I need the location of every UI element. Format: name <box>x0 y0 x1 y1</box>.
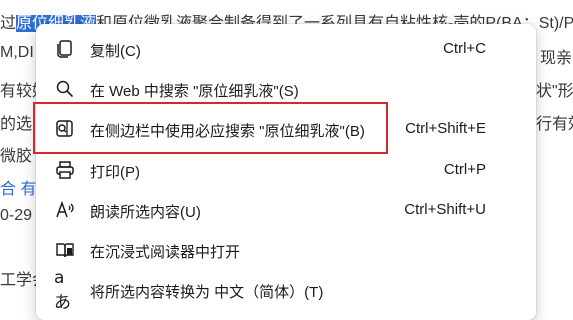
menu-item-shortcut: Ctrl+Shift+E <box>405 120 486 137</box>
menu-item-label: 打印(P) <box>90 164 140 181</box>
menu-item-label: 复制(C) <box>90 43 141 60</box>
menu-item-copy[interactable]: 复制(C) Ctrl+C <box>36 30 536 68</box>
immersive-reader-icon <box>54 239 76 261</box>
context-menu: 复制(C) Ctrl+C 在 Web 中搜索 "原位细乳液"(S) 在侧边栏中使… <box>36 24 536 320</box>
menu-item-translate[interactable]: aあ 将所选内容转换为 中文（简体）(T) <box>36 267 536 313</box>
bg-text-line: 微胶 <box>0 148 33 165</box>
menu-item-label: 朗读所选内容(U) <box>90 204 201 221</box>
menu-item-label: 将所选内容转换为 中文（简体）(T) <box>90 284 324 301</box>
menu-item-shortcut: Ctrl+P <box>443 161 486 178</box>
bg-text-line: 的选 行有效 <box>0 116 573 133</box>
search-icon <box>54 78 76 100</box>
menu-item-shortcut: Ctrl+C <box>443 40 486 57</box>
menu-item-label: 在侧边栏中使用必应搜索 "原位细乳液"(B) <box>90 123 365 140</box>
menu-item-sidebar-search[interactable]: 在侧边栏中使用必应搜索 "原位细乳液"(B) Ctrl+Shift+E <box>36 110 536 148</box>
menu-item-web-search[interactable]: 在 Web 中搜索 "原位细乳液"(S) <box>36 70 536 108</box>
menu-item-print[interactable]: 打印(P) Ctrl+P <box>36 151 536 189</box>
bg-text-line: M,DI 现亲油 <box>0 44 573 67</box>
menu-item-immersive-reader[interactable]: 在沉浸式阅读器中打开 <box>36 231 536 269</box>
printer-icon <box>54 159 76 181</box>
translate-icon: aあ <box>54 267 71 313</box>
bg-text-line: 0-29 <box>0 207 33 224</box>
menu-item-label: 在沉浸式阅读器中打开 <box>90 244 241 261</box>
menu-item-label: 在 Web 中搜索 "原位细乳液"(S) <box>90 83 299 100</box>
menu-item-read-aloud[interactable]: 朗读所选内容(U) Ctrl+Shift+U <box>36 191 536 229</box>
copy-icon <box>54 38 76 60</box>
sidebar-search-icon <box>54 118 76 140</box>
read-aloud-icon <box>54 199 76 221</box>
menu-item-shortcut: Ctrl+Shift+U <box>404 201 486 218</box>
bg-link-line[interactable]: 合 有 <box>0 175 36 199</box>
